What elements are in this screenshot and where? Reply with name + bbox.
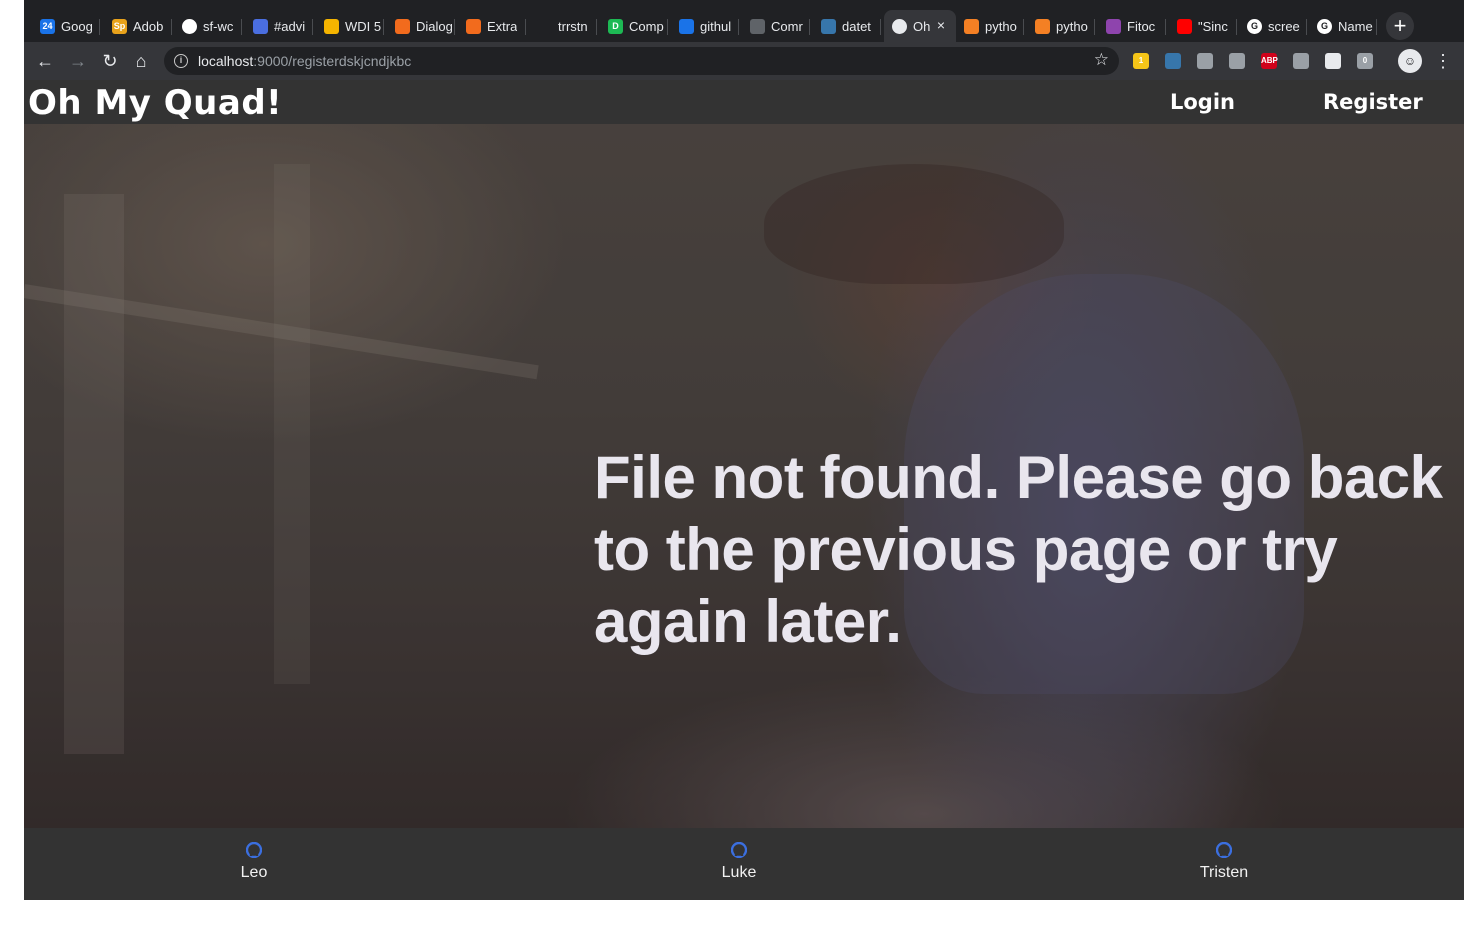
tab-title: "Sinc xyxy=(1198,18,1228,34)
browser-tab[interactable]: "Sinc xyxy=(1169,10,1237,42)
tab-title: WDI 5 xyxy=(345,18,382,34)
tab-title: Fitoc xyxy=(1127,18,1156,34)
github-icon xyxy=(731,842,747,858)
browser-tab[interactable]: Comr xyxy=(742,10,810,42)
register-link[interactable]: Register xyxy=(1323,80,1423,124)
tab-title: pytho xyxy=(985,18,1017,34)
tab-title: trrstn xyxy=(558,18,588,34)
tab-title: datet xyxy=(842,18,871,34)
github-icon xyxy=(182,18,197,34)
browser-tab[interactable]: Extra xyxy=(458,10,526,42)
github-icon xyxy=(1216,842,1232,858)
browser-tab[interactable]: D Comp xyxy=(600,10,668,42)
tab-title: Comp xyxy=(629,18,664,34)
d-icon: D xyxy=(608,18,623,34)
bottle-ext-icon[interactable] xyxy=(1293,53,1309,69)
browser-tab[interactable]: #advi xyxy=(245,10,313,42)
hero-background-image: File not found. Please go back to the pr… xyxy=(24,124,1464,828)
slides-icon xyxy=(324,18,339,34)
stackoverflow-icon xyxy=(1035,18,1050,34)
tab-title: Extra xyxy=(487,18,518,34)
youtube-icon xyxy=(1177,18,1192,34)
python-ext-icon[interactable] xyxy=(1165,53,1181,69)
error-message: File not found. Please go back to the pr… xyxy=(594,444,1443,655)
credit-name: Tristen xyxy=(1199,864,1249,881)
flag-icon xyxy=(679,18,694,34)
url-path: :9000/registerdskjcndjkbc xyxy=(253,53,412,69)
browser-tab[interactable]: WDI 5 xyxy=(316,10,384,42)
tab-title: Name xyxy=(1338,18,1373,34)
credit-luke[interactable]: Luke xyxy=(679,842,799,882)
tab-title: sf-wc xyxy=(203,18,234,34)
notion-ext-icon[interactable] xyxy=(1197,53,1213,69)
tab-title: scree xyxy=(1268,18,1300,34)
fitocracy-icon xyxy=(1106,18,1121,34)
tab-title: githul xyxy=(700,18,732,34)
tab-title: Goog xyxy=(61,18,93,34)
site-footer: Leo Luke Tristen xyxy=(24,828,1464,900)
credit-name: Luke xyxy=(721,864,757,881)
credit-leo[interactable]: Leo xyxy=(194,842,314,882)
close-icon[interactable]: × xyxy=(932,16,950,34)
back-icon[interactable]: ← xyxy=(34,50,56,72)
tab-title: Adob xyxy=(133,18,164,34)
google-icon: G xyxy=(1317,18,1332,34)
browser-tab[interactable]: pytho xyxy=(1027,10,1095,42)
credit-name: Leo xyxy=(240,864,268,881)
website: Oh My Quad! Login Register File not foun… xyxy=(24,80,1464,900)
tab-title: pytho xyxy=(1056,18,1088,34)
hexagon-icon xyxy=(466,18,481,34)
reload-icon[interactable]: ↻ xyxy=(99,50,121,72)
adblock-ext-icon[interactable]: ABP xyxy=(1261,53,1278,69)
tab-strip: + 24 Goog Sp Adob sf-wc #advi WDI 5 Dialog Extra… xyxy=(24,0,1464,42)
address-bar[interactable]: i localhost:9000/registerdskjcndjkbc ☆ xyxy=(164,47,1119,75)
react-ext-icon[interactable] xyxy=(1325,53,1341,69)
site-navbar: Oh My Quad! Login Register xyxy=(24,80,1464,124)
qr-icon xyxy=(750,18,765,34)
bookmark-star-icon[interactable]: ☆ xyxy=(1094,50,1109,70)
login-link[interactable]: Login xyxy=(1170,80,1235,124)
sticky-notes-ext-icon[interactable]: 1 xyxy=(1133,53,1149,69)
circle-icon xyxy=(537,18,552,34)
browser-tab[interactable]: githul xyxy=(671,10,739,42)
github-icon xyxy=(246,842,262,858)
calendar-icon: 24 xyxy=(40,18,55,34)
stackoverflow-icon xyxy=(964,18,979,34)
tab-title: Comr xyxy=(771,18,803,34)
page-icon xyxy=(892,18,907,34)
browser-tab[interactable]: G Name xyxy=(1309,10,1377,42)
browser-toolbar: ← → ↻ ⌂ i localhost:9000/registerdskjcnd… xyxy=(24,42,1464,80)
browser-tab[interactable]: trrstn xyxy=(529,10,597,42)
shield-ext-icon[interactable] xyxy=(1229,53,1245,69)
credit-tristen[interactable]: Tristen xyxy=(1164,842,1284,882)
site-logo[interactable]: Oh My Quad! xyxy=(28,80,282,124)
home-icon[interactable]: ⌂ xyxy=(130,50,152,72)
tab-title: Oh xyxy=(913,18,931,34)
profile-avatar-icon[interactable]: ☺ xyxy=(1398,49,1422,73)
url-host: localhost xyxy=(198,53,254,69)
browser-tab[interactable]: Oh × xyxy=(884,10,956,42)
google-icon: G xyxy=(1247,18,1262,34)
python-icon xyxy=(821,18,836,34)
browser-tab[interactable]: Gscree xyxy=(1239,10,1307,42)
calendar-alert-icon xyxy=(253,18,268,34)
address-url[interactable]: localhost:9000/registerdskjcndjkbc xyxy=(198,53,411,69)
menu-kebab-icon[interactable]: ⋮ xyxy=(1432,50,1454,72)
hexagon-icon xyxy=(395,18,410,34)
browser-tab[interactable]: Dialog xyxy=(387,10,455,42)
zero-ext-icon[interactable]: 0 xyxy=(1357,53,1373,69)
adobe-spark-icon: Sp xyxy=(112,18,127,34)
browser-tab[interactable]: Sp Adob xyxy=(104,10,172,42)
tab-title: Dialog xyxy=(416,18,453,34)
browser-tab[interactable]: 24 Goog xyxy=(32,10,100,42)
browser-tab[interactable]: Fitoc xyxy=(1098,10,1166,42)
browser-tab[interactable]: datet xyxy=(813,10,881,42)
site-info-icon[interactable]: i xyxy=(174,54,188,68)
tab-title: #advi xyxy=(274,18,306,34)
browser-tab[interactable]: pytho xyxy=(956,10,1024,42)
browser-tab[interactable]: sf-wc xyxy=(174,10,242,42)
new-tab-button[interactable]: + xyxy=(1386,12,1414,40)
forward-icon[interactable]: → xyxy=(67,50,89,72)
